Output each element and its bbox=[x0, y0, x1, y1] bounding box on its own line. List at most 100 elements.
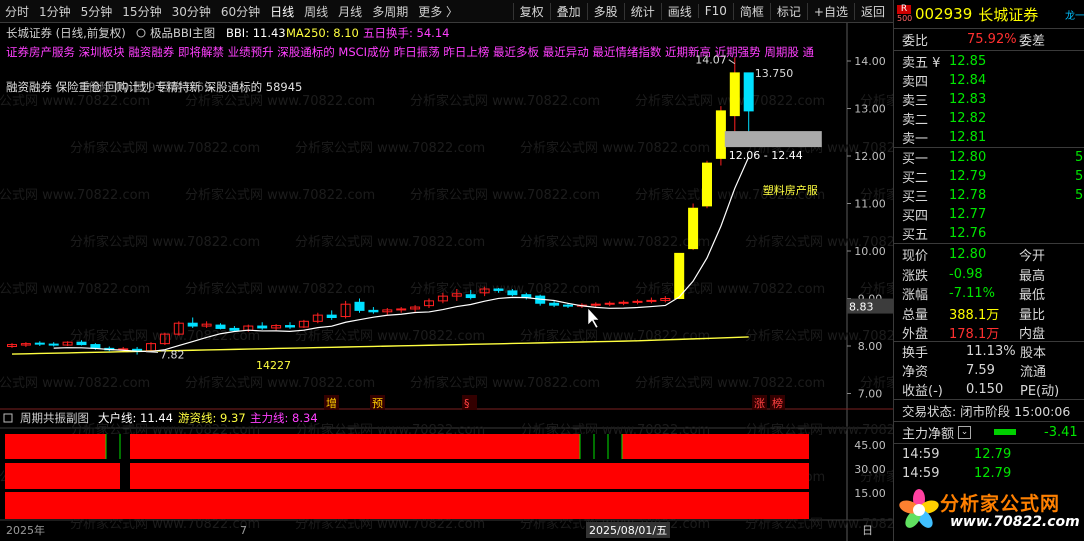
period-tab-2[interactable]: 5分钟 bbox=[76, 3, 118, 20]
toolbar-btn-1[interactable]: 叠加 bbox=[549, 2, 587, 20]
candle-body bbox=[229, 327, 240, 331]
date-label-1: 7 bbox=[240, 524, 247, 537]
trade-status: 交易状态: 闭市阶段 15:00:06 bbox=[902, 404, 1071, 419]
chart-title: 长城证券 (日线,前复权) bbox=[6, 26, 126, 40]
sub-band-2 bbox=[5, 492, 809, 519]
ask-price: 12.85 bbox=[949, 54, 987, 69]
candle-body bbox=[76, 341, 87, 346]
candle-body bbox=[715, 110, 726, 159]
marker-2: § bbox=[464, 397, 470, 410]
period-tab-7[interactable]: 周线 bbox=[299, 3, 333, 20]
toolbar-btn-6[interactable]: 简框 bbox=[732, 2, 770, 20]
watermark-text: 分析家公式网 www.70822.com bbox=[295, 234, 485, 250]
period-tab-10[interactable]: 更多 〉 bbox=[413, 3, 463, 20]
toolbar-btn-9[interactable]: 返回 bbox=[853, 2, 891, 20]
ma250-label: MA250: 8.10 bbox=[286, 26, 359, 40]
bid-row: 买三 12.78 5 bbox=[894, 186, 1084, 205]
watermark-text: 分析家公式网 www.70822.com bbox=[520, 234, 710, 250]
ask-price: 12.82 bbox=[949, 111, 987, 126]
ask-row: 卖三 12.83 bbox=[894, 90, 1084, 109]
tick-price: 12.79 bbox=[974, 447, 1012, 462]
info-overlay: 保险 00 国 9 回购 0.69 bbox=[88, 80, 211, 94]
candle-body bbox=[368, 309, 379, 313]
settings-icon bbox=[136, 28, 146, 38]
candle-body bbox=[563, 304, 573, 307]
sub-gap bbox=[580, 434, 622, 459]
watermark-text: 分析家公式网 www.70822.com bbox=[295, 140, 485, 156]
watermark-text: 分析家公式网 www.70822.com bbox=[0, 375, 150, 391]
stat2-label2: 股本 bbox=[1020, 346, 1047, 361]
range-box bbox=[724, 131, 822, 148]
collapse-icon[interactable]: ⌄ bbox=[958, 426, 972, 439]
net-bar bbox=[994, 429, 1016, 435]
toolbar-btn-7[interactable]: 标记 bbox=[769, 2, 807, 20]
period-tab-4[interactable]: 30分钟 bbox=[167, 3, 216, 20]
y-tick-label: 14.00 bbox=[854, 55, 886, 68]
stat2-label: 收益(-) bbox=[902, 384, 943, 399]
toolbar-btn-8[interactable]: +自选 bbox=[806, 2, 854, 20]
stat-value: 388.1万 bbox=[949, 307, 1000, 323]
ask-row: 卖一 12.81 bbox=[894, 128, 1084, 147]
stat-value: -0.98 bbox=[949, 266, 983, 282]
y-tick-label: 11.00 bbox=[854, 198, 886, 211]
candle-body bbox=[549, 302, 560, 306]
sub-main-label: 主力线: 8.34 bbox=[250, 411, 318, 425]
candle-body bbox=[507, 290, 518, 296]
watermark-text: 分析家公式网 www.70822.com bbox=[410, 93, 600, 109]
candle-body bbox=[285, 325, 295, 328]
candle-body bbox=[702, 162, 712, 207]
tag-longyi: 龙一 bbox=[1065, 10, 1084, 22]
period-tab-0[interactable]: 分时 bbox=[0, 3, 34, 20]
stat2-label2: 流通 bbox=[1020, 365, 1047, 380]
watermark-text: 分析家公式网 www.70822.com bbox=[0, 281, 150, 297]
sub-gap bbox=[106, 434, 130, 459]
ask-label: 卖三 bbox=[902, 94, 929, 109]
marker-1: 预 bbox=[372, 397, 383, 410]
bid-price: 12.79 bbox=[949, 169, 987, 184]
period-tab-3[interactable]: 15分钟 bbox=[117, 3, 166, 20]
weibi-value: 75.92% bbox=[967, 32, 1017, 47]
ask-price: 12.83 bbox=[949, 92, 987, 107]
tick-time: 14:59 bbox=[902, 447, 940, 462]
period-tab-1[interactable]: 1分钟 bbox=[34, 3, 76, 20]
bid-label: 买二 bbox=[902, 171, 929, 186]
logo-title: 分析家公式网 bbox=[940, 493, 1061, 515]
sub-big-label: 大户线: 11.44 bbox=[98, 411, 173, 425]
weibi-row: 委比 75.92% 委差 bbox=[902, 32, 1046, 49]
logo-url: www.70822.com bbox=[950, 514, 1080, 530]
kline-chart[interactable]: 分析家公式网 www.70822.com 分析家公式网 www.70822.com… bbox=[0, 23, 893, 541]
toolbar-right: 复权 叠加 多股 统计 画线 F10 简框 标记 +自选 返回 bbox=[512, 0, 891, 22]
period-tab-6[interactable]: 日线 bbox=[265, 3, 299, 20]
watermark-text: 分析家公式网 www.70822.com bbox=[410, 281, 600, 297]
mouse-cursor-icon bbox=[587, 307, 600, 329]
turnover-label: 五日换手: 54.14 bbox=[363, 26, 449, 40]
candle-body bbox=[674, 252, 685, 299]
period-tab-8[interactable]: 月线 bbox=[333, 3, 367, 20]
toolbar-btn-0[interactable]: 复权 bbox=[512, 2, 550, 20]
tick-time: 14:59 bbox=[902, 466, 940, 481]
period-tab-9[interactable]: 多周期 bbox=[367, 3, 413, 20]
candle-body bbox=[688, 207, 699, 250]
ask-label: 卖二 bbox=[902, 113, 929, 128]
stat-label: 总量 bbox=[902, 307, 929, 323]
toolbar-btn-4[interactable]: 画线 bbox=[660, 2, 698, 20]
watermark-text: 分析家公式网 www.70822.com bbox=[410, 187, 600, 203]
sub-swim-label: 游资线: 9.37 bbox=[178, 411, 246, 425]
candle-body bbox=[48, 343, 59, 346]
period-tab-5[interactable]: 60分钟 bbox=[216, 3, 265, 20]
stat-row: 总量 388.1万 量比 bbox=[894, 304, 1084, 323]
y-tick-label: 10.00 bbox=[854, 245, 886, 258]
toolbar-btn-3[interactable]: 统计 bbox=[623, 2, 661, 20]
candle-body bbox=[493, 288, 504, 291]
stat-row: 现价 12.80 今开 bbox=[894, 245, 1084, 264]
watermark-text: 分析家公式网 www.70822.com bbox=[185, 187, 375, 203]
watermark-text: 分析家公式网 www.70822.com bbox=[520, 140, 710, 156]
ask-price: 12.81 bbox=[949, 130, 987, 145]
candle-body bbox=[34, 342, 45, 345]
toolbar-btn-2[interactable]: 多股 bbox=[586, 2, 624, 20]
toolbar-btn-5[interactable]: F10 bbox=[697, 4, 733, 18]
sector-label: 塑料房产服 bbox=[763, 183, 818, 197]
candle-body bbox=[743, 72, 754, 112]
sub-settings-icon bbox=[3, 413, 13, 423]
bid-label: 买一 bbox=[902, 152, 929, 167]
